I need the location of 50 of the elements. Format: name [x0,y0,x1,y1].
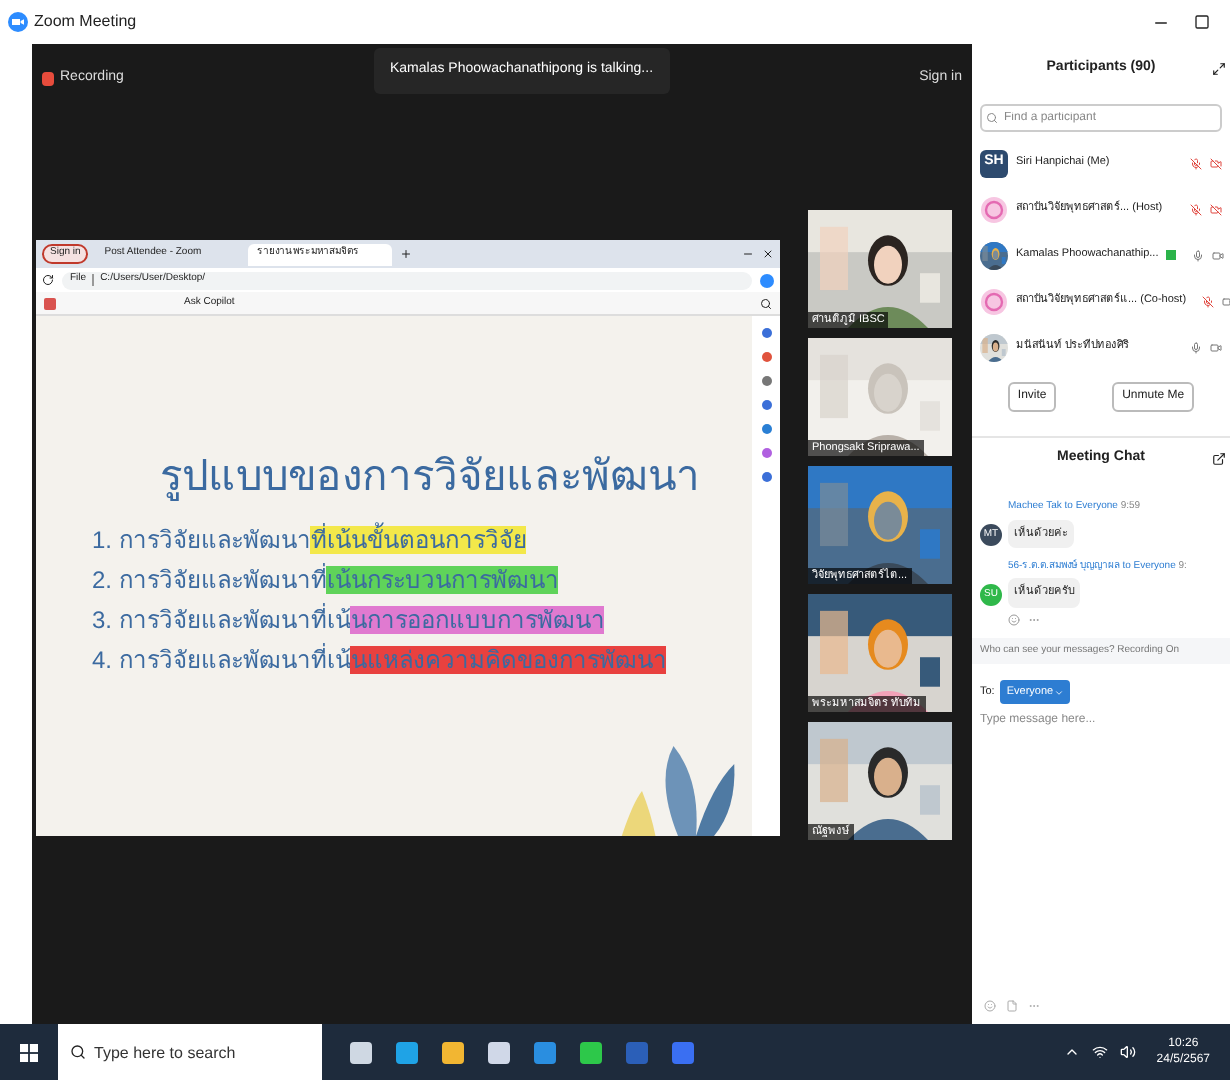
mic-icon [1190,341,1202,353]
minimize-icon[interactable] [742,248,754,260]
slide-list-item: 1. การวิจัยและพัฒนาที่เน้นขั้นตอนการวิจัย [92,522,529,558]
windows-start-icon[interactable] [20,1043,38,1061]
sidebar-app-icon[interactable] [761,328,771,338]
muted-mic-icon [1190,157,1202,169]
mic-icon [1192,249,1205,261]
slide-title: รูปแบบของการวิจัยและพัฒนา [160,456,700,498]
chevron-down-icon [1053,687,1064,698]
search-icon [986,112,998,124]
sidebar-app-icon[interactable] [761,424,771,434]
video-icon [1210,341,1222,353]
search-icon[interactable] [760,297,772,309]
search-icon [70,1044,86,1060]
muted-mic-icon [1202,295,1215,307]
logo-avatar [980,195,1008,223]
sidebar-app-icon[interactable] [761,376,771,386]
slide-list-item: 4. การวิจัยและพัฒนาที่เน้นแหล่งความคิดของการพัฒนา [92,642,669,678]
slide-list-item: 2. การวิจัยและพัฒนาที่เน้นกระบวนการพัฒนา [92,562,561,598]
slide-list-item: 3. การวิจัยและพัฒนาที่เน้นการออกแบบการพัฒนา [92,602,607,638]
taskbar-app-icon[interactable] [580,1041,602,1063]
pop-out-icon[interactable] [1212,452,1226,466]
recording-icon [42,71,54,86]
muted-mic-icon [1190,203,1202,215]
video-off-icon [1210,157,1222,169]
pop-out-icon[interactable] [1212,61,1226,75]
sidebar-app-icon[interactable] [761,448,771,458]
taskbar-app-icon[interactable] [350,1041,372,1063]
zoom-logo-icon [8,12,28,32]
taskbar-app-icon[interactable] [442,1041,464,1063]
reload-icon[interactable] [42,274,54,286]
sidebar-app-icon[interactable] [761,352,771,362]
draw-icon[interactable] [44,297,56,309]
network-icon[interactable] [1092,1044,1109,1060]
logo-avatar [980,287,1008,315]
tray-expand-icon[interactable] [1064,1044,1081,1060]
taskbar-search-field[interactable]: Type here to search [58,1024,322,1080]
sidebar-app-icon[interactable] [761,400,771,410]
window-title: Zoom Meeting [34,10,137,34]
video-off-icon [1210,203,1222,215]
profile-icon[interactable] [760,273,774,287]
maximize-icon[interactable] [1194,14,1210,30]
sidebar-app-icon[interactable] [761,472,771,482]
taskbar-app-icon[interactable] [488,1041,510,1063]
video-icon [1212,249,1225,261]
taskbar-app-icon[interactable] [534,1041,556,1063]
volume-icon[interactable] [1120,1044,1137,1060]
taskbar-app-icon[interactable] [396,1041,418,1063]
new-tab-icon[interactable] [400,248,413,260]
close-icon[interactable] [762,248,774,260]
